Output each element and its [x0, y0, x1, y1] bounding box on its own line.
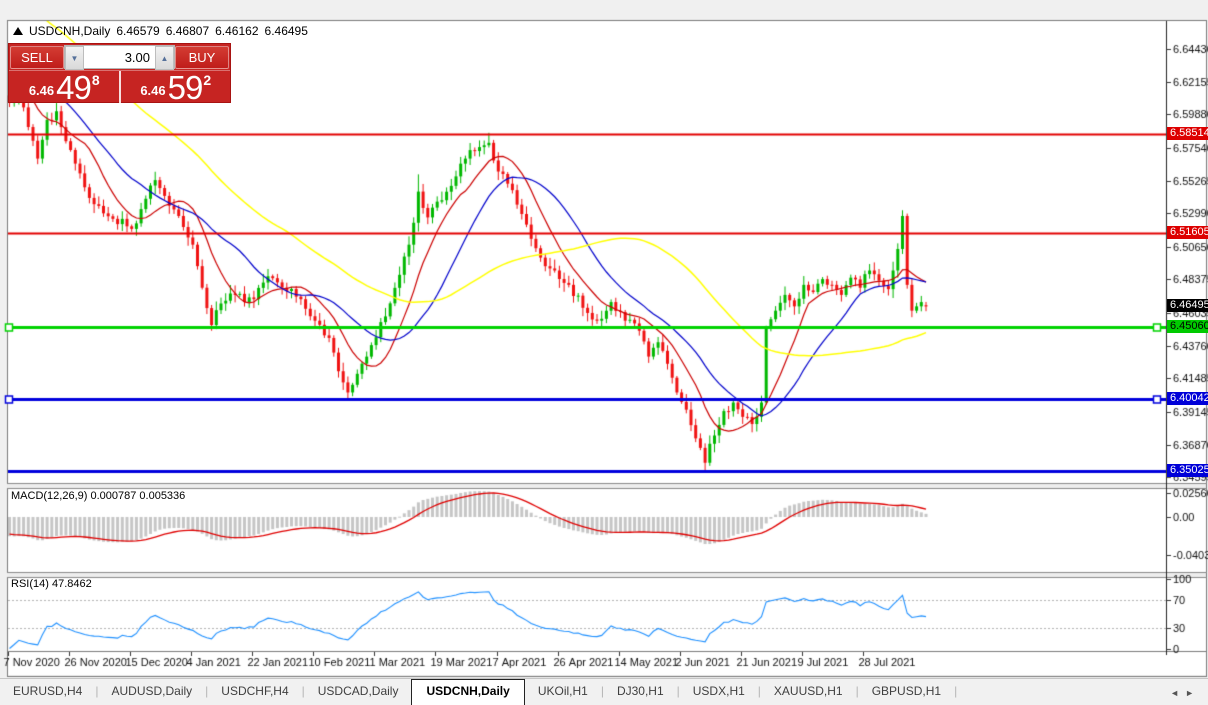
current-price-badge: 6.46495 — [1167, 299, 1208, 312]
tab-ukoil-h1[interactable]: UKOil,H1 — [525, 679, 601, 705]
support-badge-green: 6.45060 — [1167, 320, 1208, 333]
resistance-badge-1: 6.58514 — [1167, 127, 1208, 140]
expand-triangle-icon[interactable] — [13, 27, 23, 35]
tab-eurusd-h4[interactable]: EURUSD,H4 — [0, 679, 95, 705]
buy-price-big: 59 — [168, 74, 203, 102]
chart-symbol-label: USDCNH,Daily — [29, 24, 110, 38]
tab-gbpusd-h1[interactable]: GBPUSD,H1 — [859, 679, 954, 705]
sell-button[interactable]: SELL — [10, 46, 64, 69]
tab-xauusd-h1[interactable]: XAUUSD,H1 — [761, 679, 856, 705]
volume-increase-button[interactable]: ▲ — [155, 46, 174, 70]
tab-usdx-h1[interactable]: USDX,H1 — [680, 679, 758, 705]
trading-terminal: 5 M30 H1 H4 D1 W1 MN USDCNH,Daily 6.4657… — [0, 0, 1208, 705]
chart-info-line: USDCNH,Daily 6.46579 6.46807 6.46162 6.4… — [13, 24, 308, 38]
one-click-trading-panel: SELL ▼ ▲ BUY 6.46 49 8 6.46 59 2 — [8, 43, 231, 103]
tab-usdcad-daily[interactable]: USDCAD,Daily — [305, 679, 412, 705]
tab-audusd-daily[interactable]: AUDUSD,Daily — [98, 679, 205, 705]
tab-scroll-right-icon[interactable]: ► — [1185, 688, 1200, 698]
volume-spinner: ▼ ▲ — [64, 45, 175, 69]
tab-usdcnh-daily[interactable]: USDCNH,Daily — [411, 679, 524, 705]
sell-price-big: 49 — [56, 74, 91, 102]
low-value: 6.46162 — [215, 24, 258, 38]
sell-price-prefix: 6.46 — [29, 83, 54, 102]
buy-price-sup: 2 — [203, 72, 211, 88]
volume-decrease-button[interactable]: ▼ — [65, 46, 84, 70]
sell-price-sup: 8 — [92, 72, 100, 88]
sell-price-tile[interactable]: 6.46 49 8 — [9, 71, 119, 103]
open-value: 6.46579 — [116, 24, 159, 38]
tab-dj30-h1[interactable]: DJ30,H1 — [604, 679, 677, 705]
volume-input[interactable] — [84, 46, 155, 68]
support-badge-blue-2: 6.35025 — [1167, 464, 1208, 477]
high-value: 6.46807 — [166, 24, 209, 38]
tab-usdchf-h4[interactable]: USDCHF,H4 — [208, 679, 301, 705]
close-value: 6.46495 — [265, 24, 308, 38]
buy-price-prefix: 6.46 — [140, 83, 165, 102]
tab-separator: | — [954, 679, 957, 698]
chart-tab-bar: EURUSD,H4 | AUDUSD,Daily | USDCHF,H4 | U… — [0, 678, 1208, 705]
rsi-header: RSI(14) 47.8462 — [11, 578, 92, 590]
tab-scroll-left-icon[interactable]: ◄ — [1170, 688, 1185, 698]
resistance-badge-2: 6.51605 — [1167, 226, 1208, 239]
macd-header: MACD(12,26,9) 0.000787 0.005336 — [11, 490, 185, 502]
buy-button[interactable]: BUY — [175, 46, 229, 69]
buy-price-tile[interactable]: 6.46 59 2 — [119, 71, 231, 103]
support-badge-blue-1: 6.40042 — [1167, 392, 1208, 405]
tab-scroll-arrows[interactable]: ◄► — [1170, 688, 1200, 698]
